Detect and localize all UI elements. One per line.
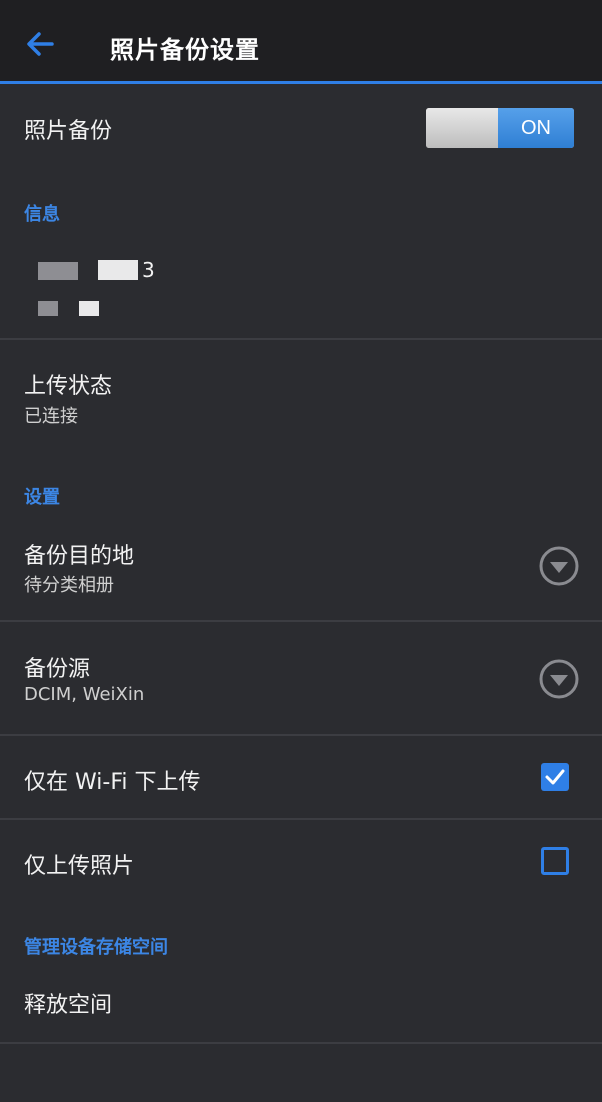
account-suffix: 3 — [142, 258, 155, 282]
photos-only-checkbox[interactable] — [541, 847, 569, 875]
divider — [0, 1042, 602, 1044]
divider — [0, 818, 602, 820]
app-header: 照片备份设置 — [0, 0, 602, 84]
chevron-down-circle-icon[interactable] — [538, 658, 580, 700]
checkmark-icon — [545, 769, 565, 785]
redacted-block — [79, 301, 99, 316]
back-arrow-icon — [27, 32, 54, 56]
wifi-only-label: 仅在 Wi-Fi 下上传 — [24, 770, 201, 795]
divider — [0, 338, 602, 340]
backup-source-value: DCIM, WeiXin — [24, 684, 145, 705]
photo-backup-label: 照片备份 — [24, 119, 113, 144]
divider — [0, 620, 602, 622]
redacted-block — [98, 260, 138, 280]
redacted-block — [38, 301, 58, 316]
toggle-off-side — [426, 108, 498, 148]
backup-destination-value: 待分类相册 — [24, 575, 114, 596]
backup-destination-label: 备份目的地 — [24, 544, 135, 569]
chevron-down-circle-icon[interactable] — [538, 545, 580, 587]
divider — [0, 734, 602, 736]
backup-source-label: 备份源 — [24, 657, 91, 682]
upload-status-value: 已连接 — [24, 406, 78, 427]
free-space-button[interactable]: 释放空间 — [24, 987, 112, 1019]
page-title: 照片备份设置 — [110, 36, 260, 64]
photo-backup-toggle[interactable]: ON — [426, 108, 574, 148]
photos-only-label: 仅上传照片 — [24, 854, 135, 879]
section-header-storage: 管理设备存储空间 — [24, 937, 168, 958]
upload-status-label: 上传状态 — [24, 374, 113, 399]
toggle-state-label: ON — [498, 108, 574, 148]
section-header-info: 信息 — [24, 204, 60, 225]
redacted-block — [38, 262, 78, 280]
wifi-only-checkbox[interactable] — [541, 763, 569, 791]
back-button[interactable] — [22, 26, 58, 62]
section-header-settings: 设置 — [24, 487, 60, 508]
